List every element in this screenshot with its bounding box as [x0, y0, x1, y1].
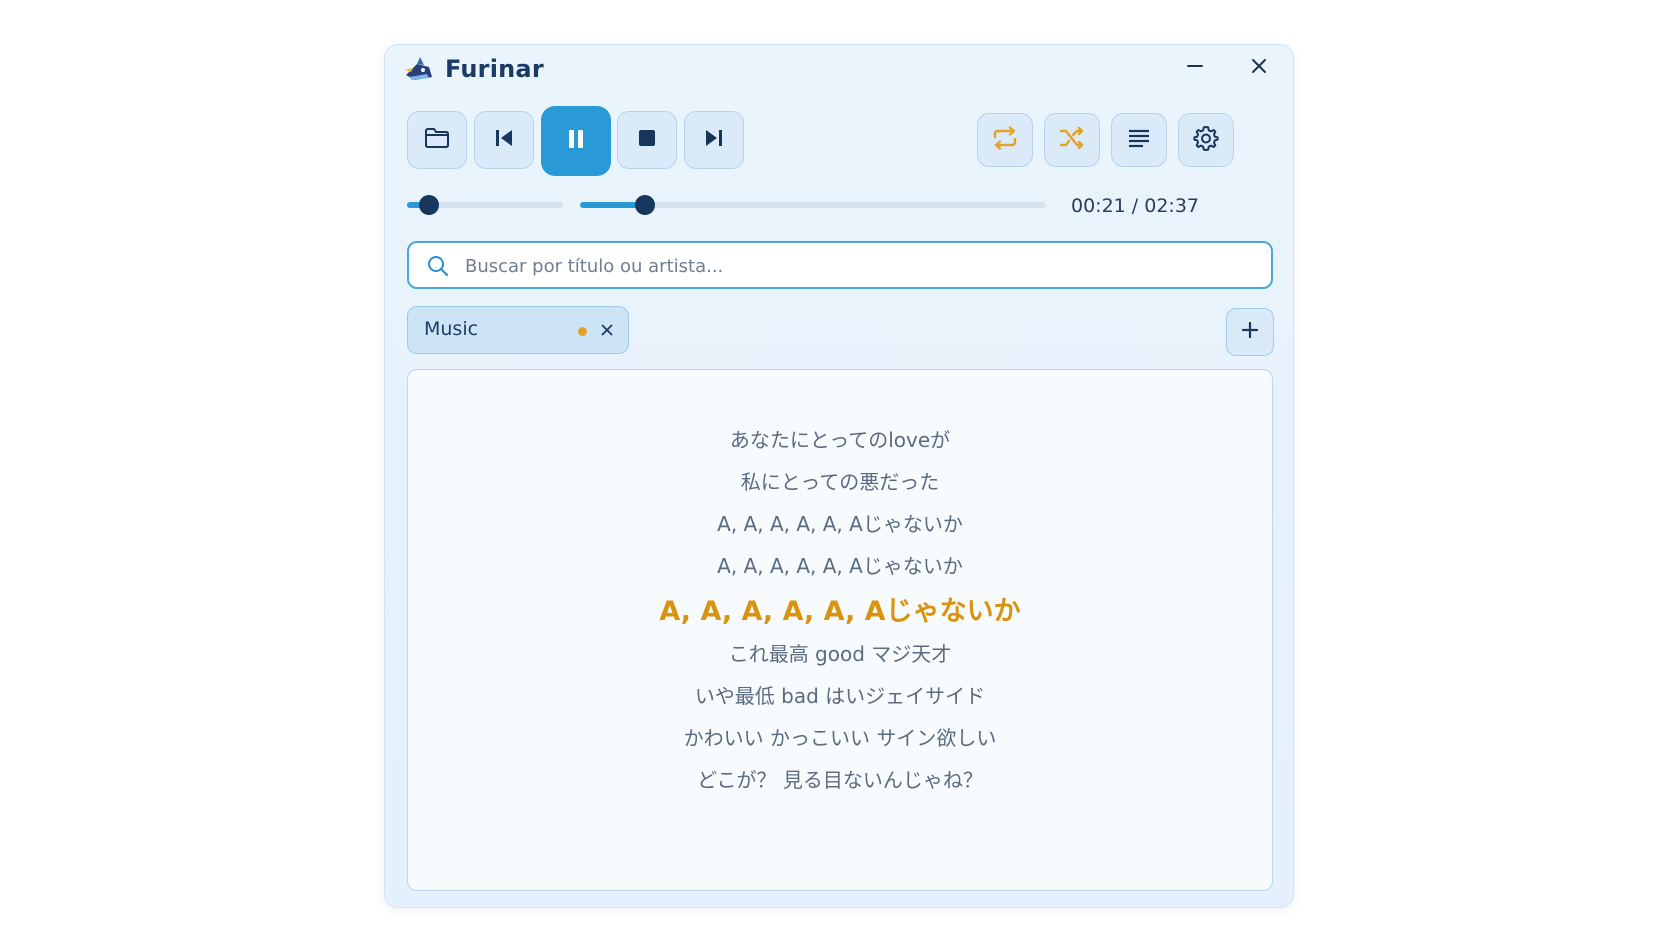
app-title: Furinar	[445, 55, 544, 83]
search-box[interactable]	[407, 241, 1273, 289]
add-tab-button[interactable]	[1226, 308, 1274, 356]
settings-icon	[1193, 125, 1219, 155]
seek-bar[interactable]	[580, 195, 1046, 215]
close-window-button[interactable]	[1239, 51, 1279, 85]
time-readout: 00:21 / 02:37	[1071, 195, 1199, 217]
tab-music[interactable]: Music	[407, 306, 629, 354]
settings-button[interactable]	[1178, 113, 1234, 167]
close-icon	[1250, 57, 1268, 79]
pause-button[interactable]	[541, 106, 611, 176]
title-bar[interactable]: Furinar	[385, 45, 1293, 93]
repeat-button[interactable]	[977, 113, 1033, 167]
pause-icon	[564, 127, 588, 155]
lyrics-panel[interactable]: あなたにとってのloveが 私にとっての悪だった A, A, A, A, A, …	[407, 369, 1273, 891]
open-folder-button[interactable]	[407, 111, 467, 169]
search-icon	[427, 255, 449, 281]
shuffle-icon	[1059, 126, 1085, 154]
plus-icon	[1241, 321, 1259, 343]
open-folder-icon	[424, 127, 450, 153]
lyric-line-current[interactable]: A, A, A, A, A, Aじゃないか	[408, 589, 1272, 628]
player-window: Furinar 00:21 / 02:37 Buscar por título …	[384, 44, 1294, 908]
lyric-line[interactable]: A, A, A, A, A, Aじゃないか	[408, 508, 1272, 537]
lyric-line[interactable]: いや最低 bad はいジェイサイド	[408, 680, 1272, 709]
minimize-button[interactable]	[1175, 51, 1215, 85]
lyrics-list-button[interactable]	[1111, 113, 1167, 167]
search-input[interactable]	[463, 249, 1257, 283]
skip-next-icon	[703, 127, 725, 153]
seek-bar-handle[interactable]	[635, 195, 656, 215]
volume-slider-handle[interactable]	[418, 195, 439, 215]
lyric-line[interactable]: これ最高 good マジ天才	[408, 638, 1272, 667]
volume-slider[interactable]	[407, 195, 563, 215]
skip-previous-icon	[493, 127, 515, 153]
tab-close-button[interactable]	[598, 321, 616, 339]
minimize-icon	[1186, 57, 1204, 79]
close-icon	[601, 321, 613, 340]
app-logo-icon	[403, 55, 435, 83]
lyric-line[interactable]: あなたにとってのloveが	[408, 424, 1272, 453]
lyric-line[interactable]: 私にとっての悪だった	[408, 466, 1272, 495]
unsaved-indicator-dot	[578, 327, 587, 336]
previous-track-button[interactable]	[474, 111, 534, 169]
stop-button[interactable]	[617, 111, 677, 169]
lyric-line[interactable]: どこが？ 見る目ないんじゃね？	[408, 764, 1272, 793]
next-track-button[interactable]	[684, 111, 744, 169]
repeat-icon	[991, 126, 1019, 154]
tab-label: Music	[424, 318, 479, 340]
shuffle-button[interactable]	[1044, 113, 1100, 167]
lyrics-list-icon	[1127, 128, 1151, 152]
stop-icon	[637, 128, 657, 152]
lyric-line[interactable]: かわいい かっこいい サイン欲しい	[408, 722, 1272, 751]
lyric-line[interactable]: A, A, A, A, A, Aじゃないか	[408, 550, 1272, 579]
